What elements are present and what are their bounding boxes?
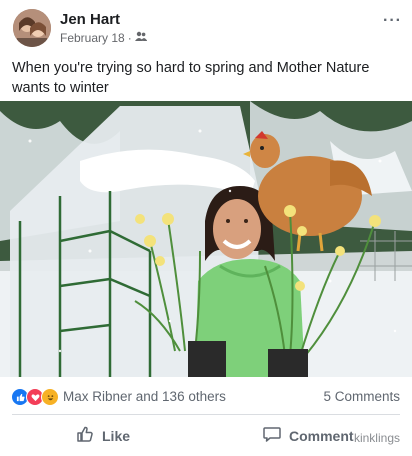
thumbs-up-icon xyxy=(76,425,94,446)
post-date[interactable]: February 18 xyxy=(60,31,125,45)
post-text: When you're trying so hard to spring and… xyxy=(12,60,370,96)
meta-separator: · xyxy=(127,31,132,45)
haha-reaction-icon xyxy=(41,388,59,406)
comment-button[interactable]: Comment xyxy=(263,425,354,446)
author-name[interactable]: Jen Hart xyxy=(60,11,120,28)
reaction-icons[interactable] xyxy=(11,388,59,406)
reactions-row: Max Ribner and 136 others 5 Comments xyxy=(0,379,412,413)
avatar[interactable] xyxy=(13,9,51,47)
comments-count[interactable]: 5 Comments xyxy=(323,389,400,404)
comment-icon xyxy=(263,425,281,446)
comment-label: Comment xyxy=(289,427,354,444)
action-bar: Like Comment xyxy=(0,418,412,454)
post-photo[interactable] xyxy=(0,101,412,377)
post-header: Jen Hart February 18 · ··· xyxy=(0,0,412,52)
divider xyxy=(12,414,400,415)
more-options-button[interactable]: ··· xyxy=(383,12,402,30)
post-meta: February 18 · xyxy=(60,31,147,45)
like-label: Like xyxy=(102,427,131,444)
watermark: kinklings xyxy=(353,431,400,445)
reactors-summary[interactable]: Max Ribner and 136 others xyxy=(63,389,226,404)
like-button[interactable]: Like xyxy=(76,425,130,446)
friends-icon xyxy=(134,31,147,45)
